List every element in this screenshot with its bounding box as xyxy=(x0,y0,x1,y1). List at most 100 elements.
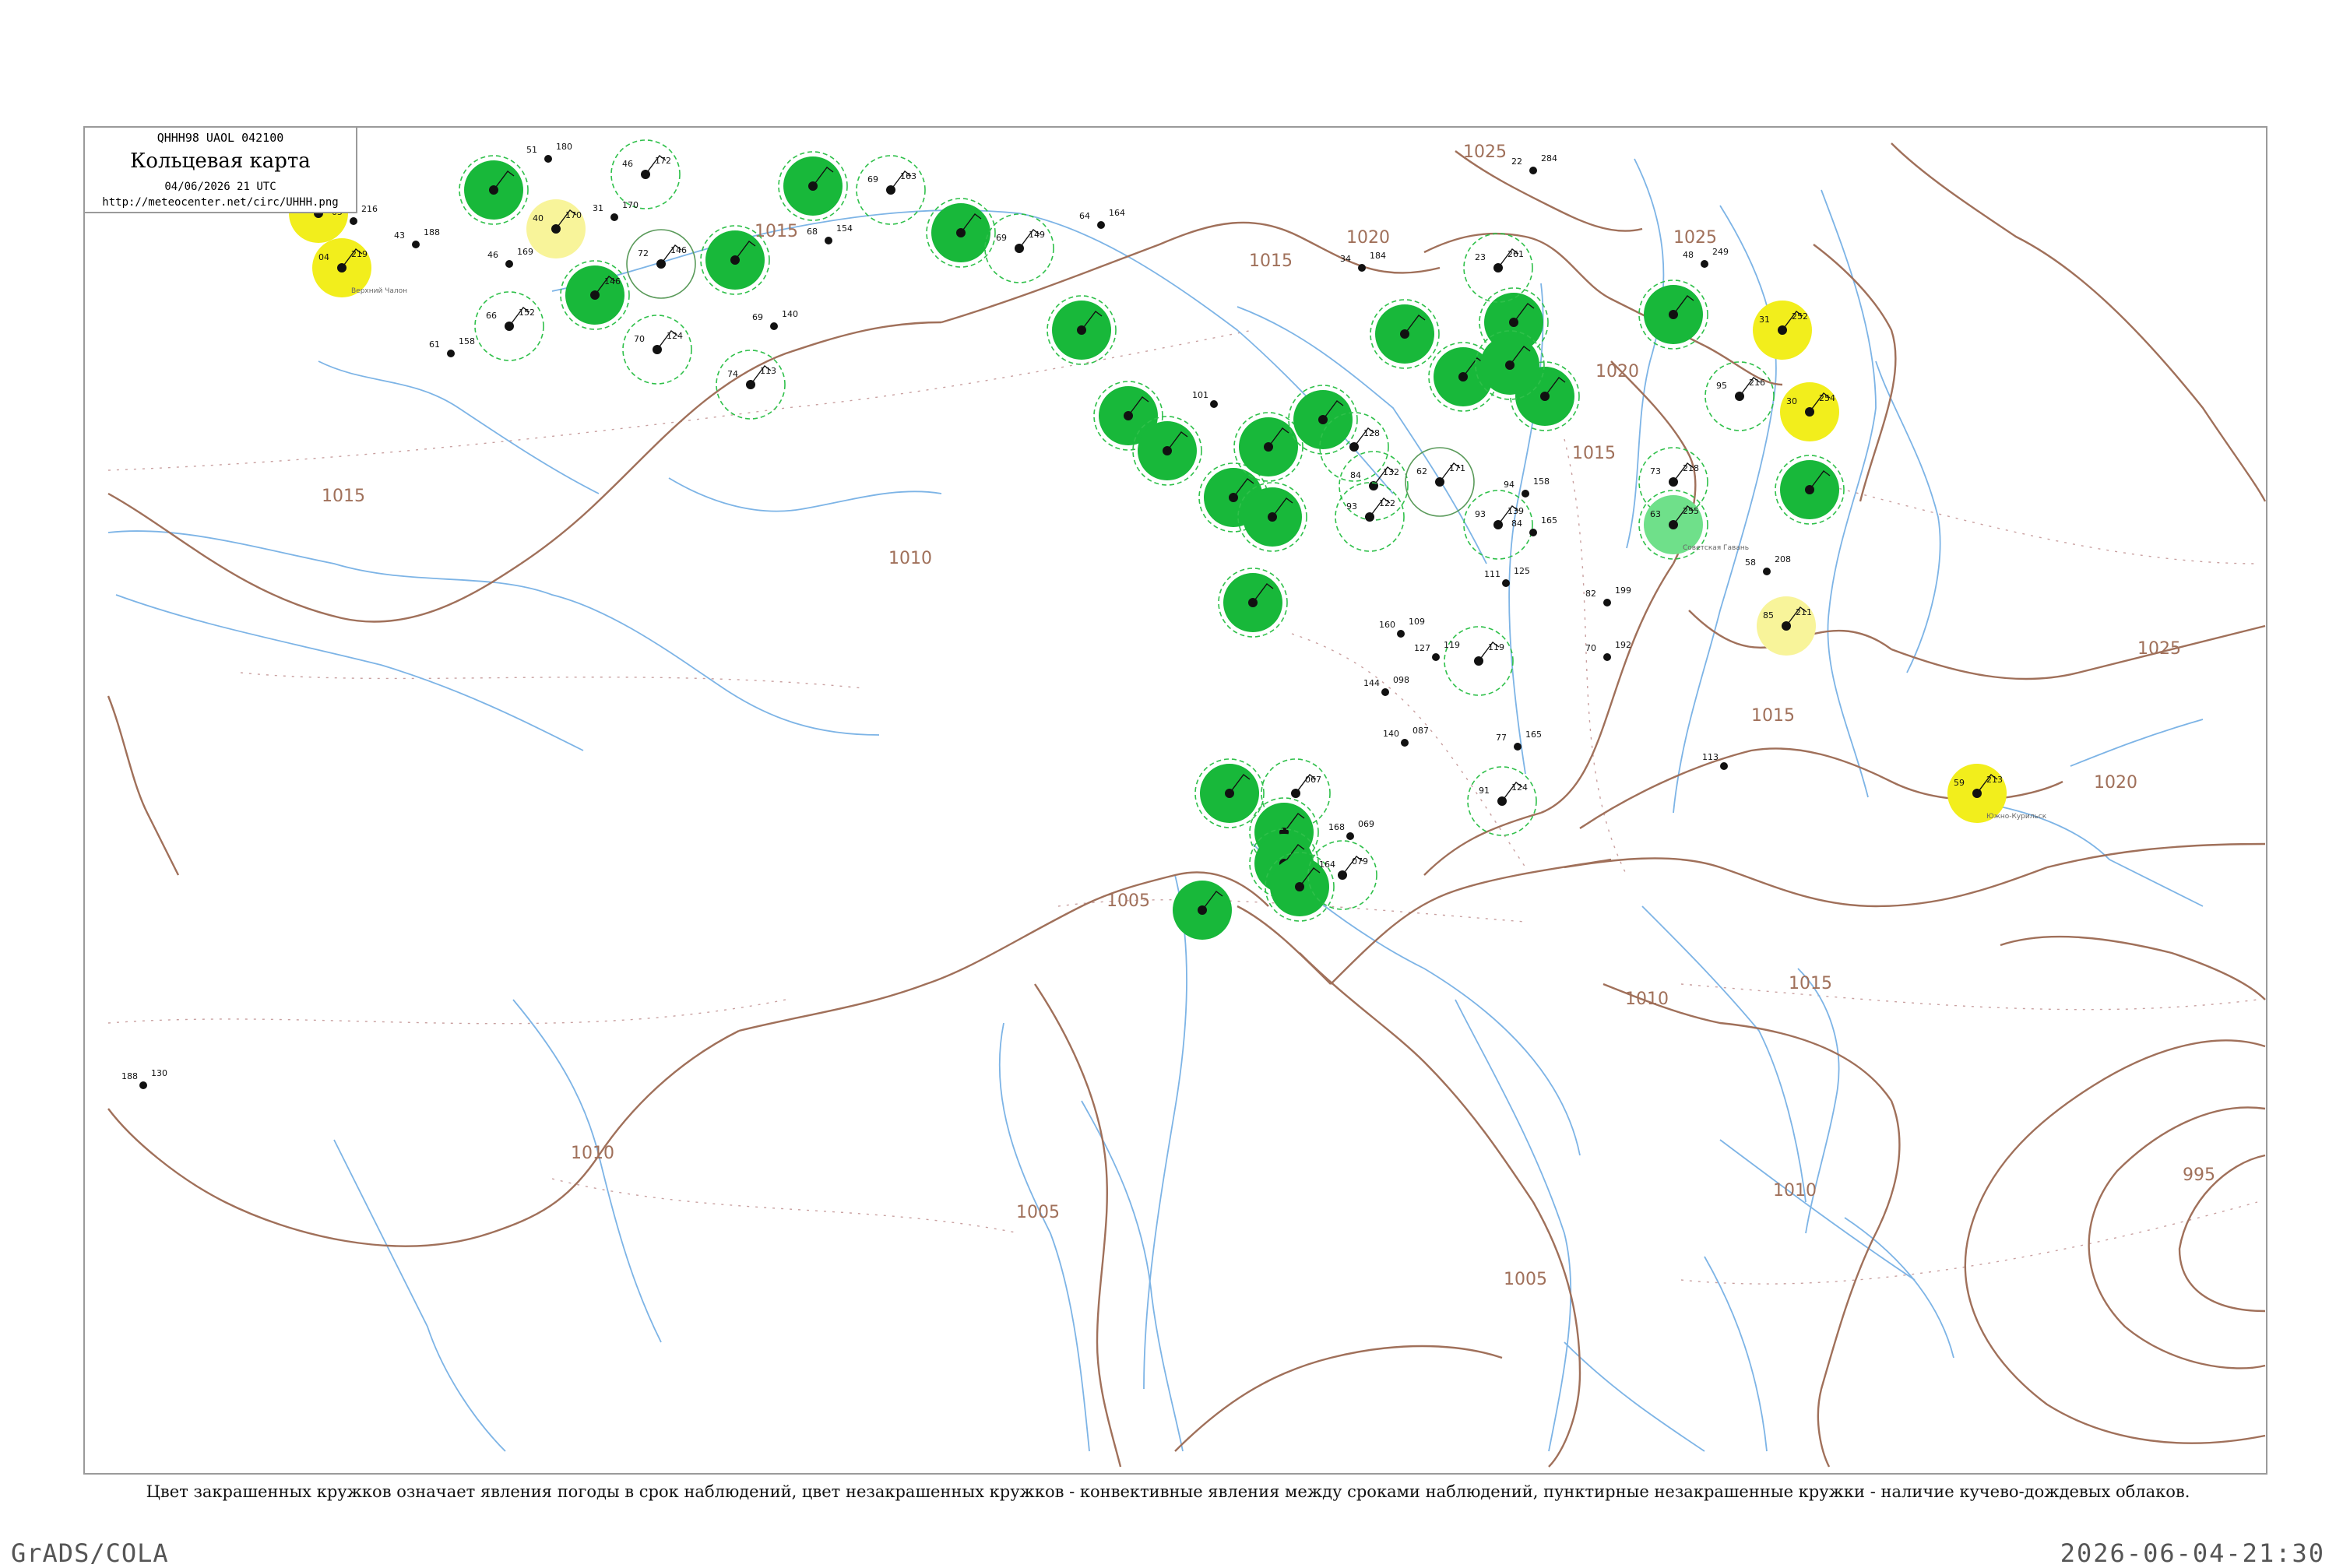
weather-station: 62 171 xyxy=(1405,447,1475,517)
station-dot-icon xyxy=(1522,490,1529,497)
station-temperature: 34 xyxy=(1340,254,1351,264)
weather-station xyxy=(700,225,770,295)
station-pressure: 122 xyxy=(1379,498,1395,508)
weather-station: 66 152 xyxy=(474,291,544,361)
isobar-label: 1005 xyxy=(1504,1270,1547,1289)
station-temperature: 94 xyxy=(1504,480,1515,490)
station-dot-icon xyxy=(1603,599,1611,606)
station-temperature: 127 xyxy=(1414,643,1430,653)
station-pressure: 252 xyxy=(1792,311,1808,322)
weather-station-plain: 46 169 xyxy=(487,247,533,268)
render-timestamp: 2026-06-04-21:30 xyxy=(2060,1538,2325,1568)
station-temperature: 93 xyxy=(1475,509,1486,519)
isobar-label: 1020 xyxy=(1595,362,1639,381)
station-pressure: 158 xyxy=(459,336,475,346)
weather-station-plain: 48 249 xyxy=(1683,247,1729,268)
weather-station-plain: 168 069 xyxy=(1328,819,1374,840)
station-temperature: 84 xyxy=(1511,519,1522,529)
isobar-label: 1015 xyxy=(1789,974,1832,993)
map-url[interactable]: http://meteocenter.net/circ/UHHH.png xyxy=(85,196,356,209)
weather-station: 72 146 xyxy=(626,229,696,299)
isobar-label: 995 xyxy=(2183,1165,2215,1185)
weather-station: 40 170 xyxy=(526,199,586,258)
station-temperature: 04 xyxy=(318,252,329,262)
station-pressure: 172 xyxy=(655,156,671,166)
weather-station-plain: 111 125 xyxy=(1484,566,1530,587)
station-dot-icon xyxy=(412,241,420,248)
station-pressure: 284 xyxy=(1541,153,1557,163)
station-temperature: 68 xyxy=(807,227,818,237)
station-pressure: 165 xyxy=(1525,730,1542,740)
station-pressure: 079 xyxy=(1352,856,1368,867)
station-pressure: 146 xyxy=(670,245,687,255)
station-pressure: 140 xyxy=(782,309,798,319)
weather-station-plain: 127 119 xyxy=(1414,640,1460,661)
station-pressure: 211 xyxy=(1796,607,1812,617)
weather-station xyxy=(1047,295,1117,365)
weather-station-plain: 160 109 xyxy=(1379,617,1425,638)
weather-station-plain: 34 184 xyxy=(1340,251,1386,272)
station-pressure: 119 xyxy=(1488,642,1504,652)
station-dot-icon xyxy=(1432,653,1440,661)
weather-station xyxy=(1475,330,1545,400)
station-pressure: 067 xyxy=(1305,775,1321,785)
bulletin-code: QHHH98 UAOL 042100 xyxy=(157,131,284,145)
weather-station-plain: 58 208 xyxy=(1745,554,1791,575)
station-pressure: 163 xyxy=(900,171,916,181)
weather-station-plain: 101 xyxy=(1192,390,1218,408)
station-temperature: 66 xyxy=(486,311,497,321)
station-temperature: 62 xyxy=(1416,466,1427,476)
station-dot-icon xyxy=(770,322,778,330)
station-dot-icon xyxy=(1397,630,1405,638)
station-temperature: 95 xyxy=(1716,381,1727,391)
station-pressure: 254 xyxy=(1819,393,1835,403)
station-dot-icon xyxy=(610,213,618,221)
isobar-label: 1025 xyxy=(1463,142,1507,162)
weather-station: 69 149 xyxy=(984,213,1054,283)
isobar-label: 1015 xyxy=(322,487,365,506)
station-pressure: 208 xyxy=(1775,554,1791,564)
station-pressure: 139 xyxy=(1507,506,1524,516)
weather-station-plain: 31 170 xyxy=(593,200,639,221)
station-dot-icon xyxy=(1401,739,1409,747)
station-pressure: 149 xyxy=(1029,230,1045,240)
station-temperature: 59 xyxy=(1954,778,1965,788)
station-dot-icon xyxy=(544,155,552,163)
station-pressure: 109 xyxy=(1409,617,1425,627)
weather-station-plain: 94 158 xyxy=(1504,476,1550,497)
station-temperature: 72 xyxy=(638,248,649,258)
weather-station-plain: 77 165 xyxy=(1496,730,1542,751)
weather-station xyxy=(1370,299,1440,369)
weather-station xyxy=(1638,279,1708,350)
station-temperature: 23 xyxy=(1475,252,1486,262)
isobar-label: 1015 xyxy=(1751,706,1795,726)
weather-station: 31 252 xyxy=(1753,301,1812,360)
weather-station: 23 261 xyxy=(1463,233,1533,303)
synoptic-map: 1025 1025 1025 1020 1020 1020 1015 1015 … xyxy=(107,139,2266,1468)
station-temperature: 140 xyxy=(1383,729,1399,739)
station-temperature: 70 xyxy=(1585,643,1596,653)
station-temperature: 160 xyxy=(1379,620,1395,630)
station-pressure: 184 xyxy=(1370,251,1386,261)
isobar-label: 1020 xyxy=(2094,773,2137,793)
station-dot-icon xyxy=(505,260,513,268)
station-pressure: 169 xyxy=(517,247,533,257)
station-dot-icon xyxy=(1603,653,1611,661)
station-dot-icon xyxy=(1210,400,1218,408)
weather-station: 95 216 xyxy=(1705,361,1775,431)
station-temperature: 164 xyxy=(1319,860,1335,870)
weather-station xyxy=(1288,385,1358,455)
station-dot-icon xyxy=(1529,167,1537,174)
station-pressure: 261 xyxy=(1507,249,1524,259)
station-dot-icon xyxy=(1346,832,1354,840)
weather-station-plain: 82 199 xyxy=(1585,585,1631,606)
weather-station-plain: 68 154 xyxy=(807,223,853,244)
station-pressure: 152 xyxy=(519,308,535,318)
station-temperature: 46 xyxy=(622,159,633,169)
station-temperature: 30 xyxy=(1786,396,1797,406)
station-pressure: 216 xyxy=(1749,378,1765,388)
weather-station: 146 xyxy=(560,260,630,330)
station-pressure: 124 xyxy=(667,331,683,341)
weather-station: 119 xyxy=(1444,626,1514,696)
station-temperature: 48 xyxy=(1683,250,1694,260)
